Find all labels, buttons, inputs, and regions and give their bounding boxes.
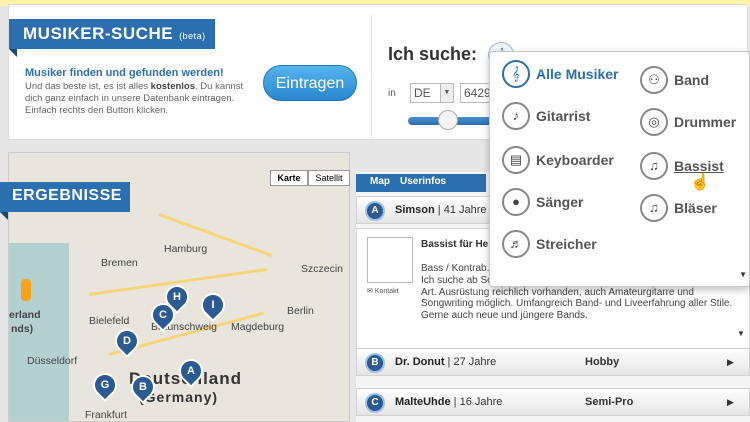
result-row[interactable]: B Dr. Donut | 27 Jahre Hobby ▶ — [356, 348, 750, 376]
avatar — [367, 237, 413, 283]
intro-text: Und das beste ist, es ist alles kostenlo… — [25, 81, 245, 117]
result-age: 16 Jahre — [459, 396, 503, 408]
city-label: Szczecin — [301, 263, 344, 275]
category-label: Streicher — [536, 236, 597, 252]
contact-link[interactable]: ✉ Kontakt — [367, 287, 399, 295]
ribbon-fold — [0, 212, 8, 220]
result-age: 41 Jahre — [443, 204, 487, 216]
map-type-map-button[interactable]: Karte — [270, 170, 308, 186]
result-level: Semi-Pro — [585, 396, 634, 408]
beta-badge: (beta) — [179, 31, 206, 41]
result-level: Hobby — [585, 356, 620, 368]
category-label: Sänger — [536, 194, 584, 210]
category-label: Drummer — [674, 114, 737, 130]
drum-icon: ◎ — [640, 108, 668, 136]
result-username: MalteUhde — [395, 396, 451, 408]
location-in-label: in — [388, 88, 396, 99]
city-label: Frankfurt — [85, 409, 128, 421]
results-title: ERGEBNISSE — [0, 182, 130, 212]
map-type-satellite-button[interactable]: Satellit — [308, 170, 350, 186]
map-pin[interactable]: I — [196, 288, 230, 322]
ribbon-fold — [9, 49, 17, 57]
saxophone-icon: ♫ — [640, 194, 668, 222]
city-label: Hamburg — [164, 243, 208, 255]
result-badge: A — [365, 201, 385, 221]
city-label: Bielefeld — [89, 315, 130, 327]
contact-label: Kontakt — [374, 288, 399, 295]
hand-cursor-icon: ☝ — [690, 174, 710, 191]
map-pin-label: D — [123, 335, 131, 347]
city-label: Berlin — [287, 305, 314, 317]
city-label: erland — [9, 309, 41, 321]
chevron-right-icon[interactable]: ▶ — [727, 357, 734, 368]
page-title: MUSIKER-SUCHE (beta) — [9, 19, 215, 49]
category-label: Band — [674, 72, 709, 88]
bass-icon: ♫ — [640, 152, 668, 180]
city-label: Magdeburg — [231, 321, 285, 333]
map-pin-label: H — [173, 291, 181, 303]
city-label: Düsseldorf — [27, 355, 78, 367]
keyboard-icon: ▤ — [502, 146, 530, 174]
violin-icon: ♬ — [502, 230, 530, 258]
street-view-peg-icon[interactable] — [21, 279, 31, 301]
map-pin-label: A — [187, 365, 195, 377]
map-pin-label: C — [159, 309, 167, 321]
scroll-down-icon[interactable]: ▼ — [739, 270, 747, 279]
category-label: Keyboarder — [536, 152, 614, 168]
page-title-text: MUSIKER-SUCHE — [23, 24, 174, 43]
radius-slider-handle[interactable] — [438, 110, 458, 130]
city-label: nds) — [11, 323, 34, 335]
category-label: Bläser — [674, 200, 717, 216]
map-pin-label: G — [100, 379, 110, 391]
country-select-value: DE — [414, 86, 431, 100]
intro-text-part1: Und das beste ist, es ist alles — [25, 81, 151, 92]
results-tabs: Map Userinfos — [356, 174, 486, 192]
search-label: Ich suche: — [388, 44, 478, 64]
country-select[interactable]: DE ▼ — [410, 83, 454, 103]
result-username: Dr. Donut — [395, 356, 445, 368]
category-label: Alle Musiker — [536, 66, 619, 82]
result-name: Dr. Donut | 27 Jahre — [395, 356, 497, 368]
intro-text-bold: kostenlos — [150, 81, 196, 92]
category-dropdown: 𝄞 Alle Musiker ⚇ Band ♪ Gitarrist ◎ Drum… — [489, 51, 750, 287]
intro-title: Musiker finden und gefunden werden! — [25, 67, 224, 79]
result-badge: B — [365, 353, 385, 373]
register-button[interactable]: Eintragen — [263, 65, 357, 101]
city-label: Bremen — [101, 257, 138, 269]
guitar-icon: ♪ — [502, 102, 530, 130]
result-badge: C — [365, 393, 385, 413]
result-name: Simson | 41 Jahre — [395, 204, 487, 216]
chevron-right-icon[interactable]: ▶ — [727, 397, 734, 408]
tab-map[interactable]: Map — [370, 176, 390, 187]
category-label: Gitarrist — [536, 108, 591, 124]
clef-icon: 𝄞 — [502, 60, 530, 88]
result-row[interactable]: C MalteUhde | 16 Jahre Semi-Pro ▶ — [356, 388, 750, 416]
band-icon: ⚇ — [640, 66, 668, 94]
detail-subtitle: Bass / Kontrab... — [421, 263, 495, 274]
map-pin[interactable]: G — [88, 368, 122, 402]
result-username: Simson — [395, 204, 435, 216]
microphone-icon: ● — [502, 188, 530, 216]
chevron-down-icon[interactable]: ▼ — [440, 84, 453, 102]
result-name: MalteUhde | 16 Jahre — [395, 396, 503, 408]
scroll-down-icon[interactable]: ▼ — [737, 329, 747, 349]
map-pin-label: I — [211, 299, 215, 311]
result-age: 27 Jahre — [453, 356, 497, 368]
tab-userinfos[interactable]: Userinfos — [400, 176, 446, 187]
map-pin-label: B — [139, 381, 147, 393]
header-divider — [371, 15, 372, 137]
